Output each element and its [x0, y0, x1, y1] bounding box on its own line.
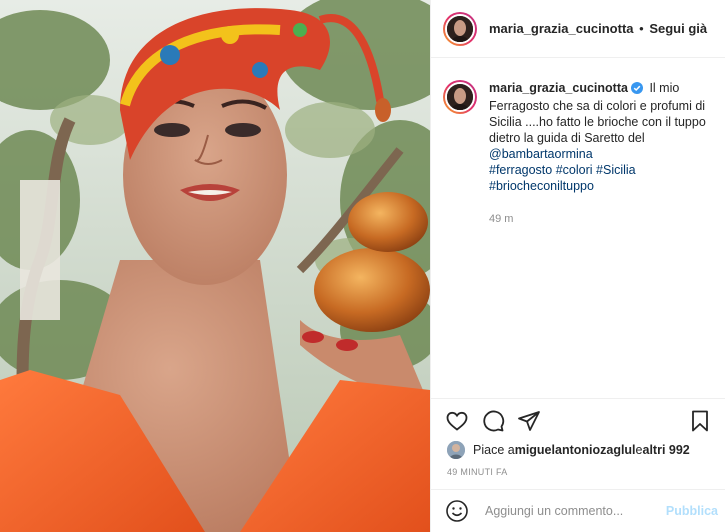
- verified-badge-icon: [630, 82, 643, 98]
- hashtag-link[interactable]: #colori: [556, 162, 593, 178]
- header-separator: •: [639, 21, 644, 36]
- heart-icon[interactable]: [445, 409, 469, 433]
- header-text: maria_grazia_cucinotta • Segui già: [489, 21, 707, 36]
- liker-username[interactable]: miguelantoniozaglul: [515, 443, 636, 457]
- post-header: maria_grazia_cucinotta • Segui già: [431, 0, 725, 58]
- avatar-image: [447, 84, 473, 110]
- action-bar: [431, 398, 725, 440]
- caption-username[interactable]: maria_grazia_cucinotta: [489, 81, 628, 95]
- hashtag-link[interactable]: #Sicilia: [596, 162, 636, 178]
- likes-summary: Piace a miguelantoniozaglul e altri 992: [447, 440, 690, 460]
- liker-avatar[interactable]: [447, 441, 465, 459]
- comment-icon[interactable]: [481, 409, 505, 433]
- post-timestamp[interactable]: 49 MINUTI FA: [447, 467, 508, 477]
- likes-others-link[interactable]: altri 992: [643, 443, 690, 457]
- publish-button[interactable]: Pubblica: [666, 504, 718, 518]
- caption-body: maria_grazia_cucinotta Il mio Ferragosto…: [489, 80, 718, 227]
- bookmark-icon[interactable]: [688, 409, 712, 433]
- post-caption: maria_grazia_cucinotta Il mio Ferragosto…: [443, 80, 718, 227]
- hashtag-link[interactable]: #briocheconiltuppo: [489, 178, 594, 194]
- instagram-post: maria_grazia_cucinotta • Segui già maria…: [0, 0, 725, 532]
- caption-text-block: maria_grazia_cucinotta Il mio Ferragosto…: [489, 80, 718, 146]
- likes-prefix: Piace a: [473, 443, 515, 457]
- avatar-image: [447, 15, 473, 42]
- comment-input[interactable]: [485, 504, 665, 518]
- caption-time[interactable]: 49 m: [489, 211, 718, 227]
- caption-author-avatar[interactable]: [443, 80, 477, 114]
- author-username[interactable]: maria_grazia_cucinotta: [489, 21, 634, 36]
- post-photo[interactable]: [0, 0, 430, 532]
- smiley-icon[interactable]: [445, 499, 469, 523]
- paper-plane-icon[interactable]: [517, 409, 541, 433]
- photo-illustration: [0, 0, 430, 532]
- comment-form: Pubblica: [431, 489, 725, 532]
- hashtag-link[interactable]: #ferragosto: [489, 162, 552, 178]
- author-avatar[interactable]: [443, 11, 477, 46]
- following-button[interactable]: Segui già: [649, 21, 707, 36]
- likes-conjunction: e: [635, 443, 643, 457]
- post-details-panel: maria_grazia_cucinotta • Segui già maria…: [430, 0, 725, 532]
- mention-link[interactable]: @bambartaormina: [489, 146, 593, 162]
